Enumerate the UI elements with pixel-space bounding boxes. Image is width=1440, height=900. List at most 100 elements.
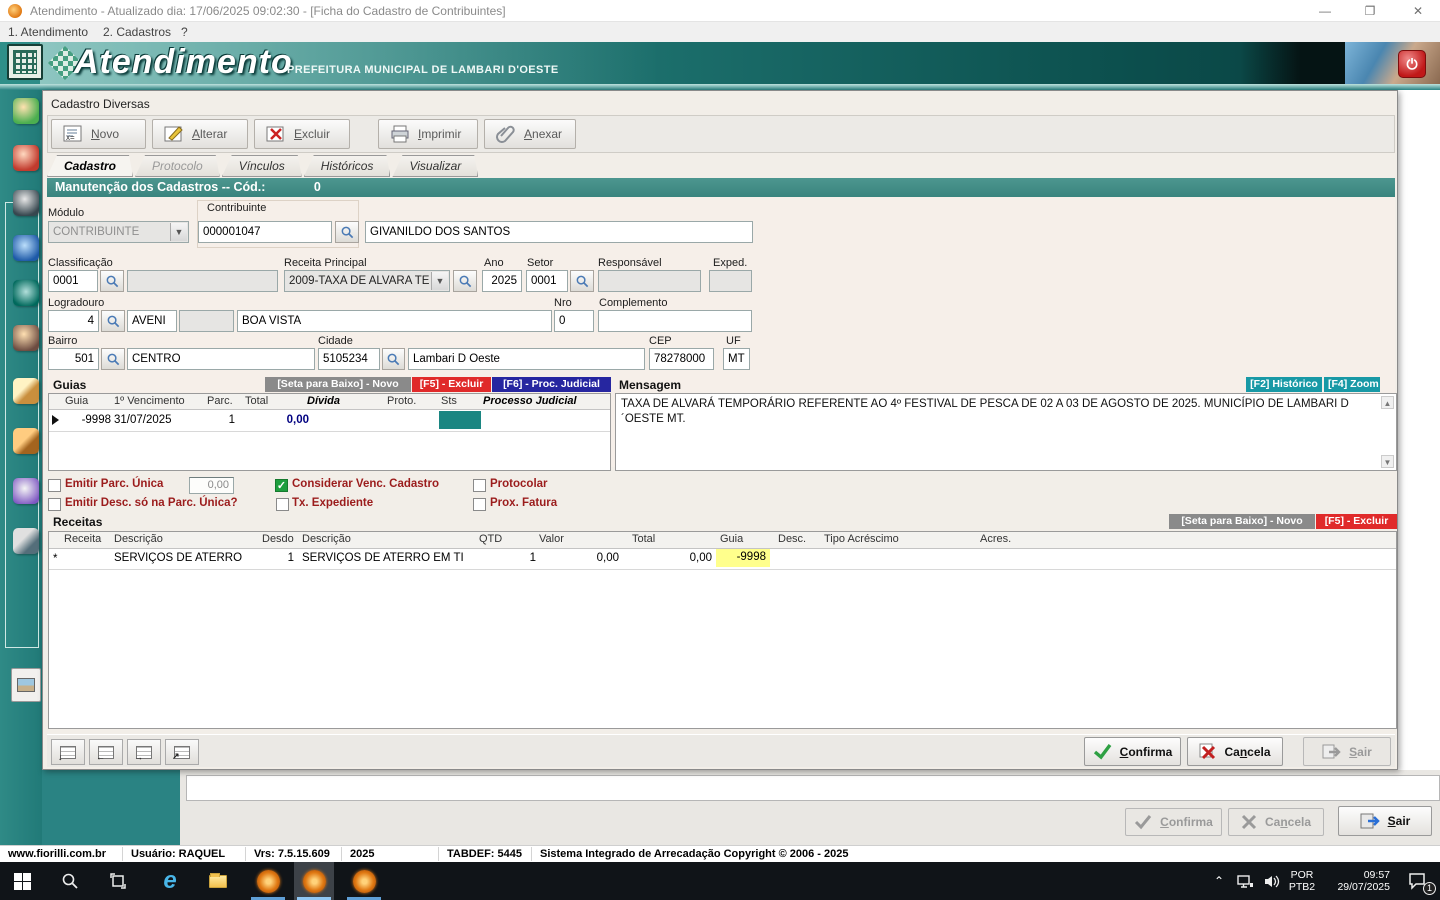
menu-atendimento[interactable]: 1. Atendimento xyxy=(8,25,88,39)
novo-button[interactable]: x= Novo xyxy=(51,119,146,149)
sidebar-calculator-icon[interactable] xyxy=(13,528,39,554)
sidebar-box-icon[interactable] xyxy=(13,428,39,454)
menu-help[interactable]: ? xyxy=(181,25,188,39)
start-button[interactable] xyxy=(0,862,44,900)
close-button[interactable]: ✕ xyxy=(1398,0,1438,22)
speaker-icon xyxy=(1263,874,1280,889)
cidade-search-button[interactable] xyxy=(382,348,405,370)
logradouro-tipo-input[interactable]: AVENI xyxy=(127,310,177,332)
considerar-venc-label: Considerar Venc. Cadastro xyxy=(292,478,439,490)
logradouro-search-button[interactable] xyxy=(101,310,125,332)
tx-expediente-checkbox[interactable] xyxy=(276,498,289,511)
classificacao-code-input[interactable]: 0001 xyxy=(48,270,98,292)
language-indicator[interactable]: POR PTB2 xyxy=(1284,862,1320,900)
bairro-search-button[interactable] xyxy=(101,348,125,370)
guias-cell-total: 0,00 xyxy=(254,414,309,426)
emitir-desc-checkbox[interactable] xyxy=(48,498,61,511)
sidebar-globe-person-icon[interactable] xyxy=(13,235,39,261)
cidade-nome-input[interactable]: Lambari D Oeste xyxy=(408,348,645,370)
setor-input[interactable]: 0001 xyxy=(526,270,568,292)
parc-unica-value-field[interactable]: 0,00 xyxy=(189,477,234,494)
scroll-up-icon[interactable]: ▲ xyxy=(1381,396,1394,409)
fiorilli-app1-button[interactable] xyxy=(246,862,290,900)
network-tray-button[interactable] xyxy=(1231,862,1259,900)
guias-col-guia: Guia xyxy=(65,395,88,407)
sidebar-people-icon[interactable] xyxy=(13,325,39,351)
tab-vinculos[interactable]: Vínculos xyxy=(222,155,302,177)
receita-principal-dropdown-icon[interactable]: ▼ xyxy=(431,272,448,290)
logradouro-nome-input[interactable]: BOA VISTA xyxy=(237,310,552,332)
protocolar-checkbox[interactable] xyxy=(473,479,486,492)
guias-col-divida: Dívida xyxy=(307,395,340,407)
receitas-col-qtd: QTD xyxy=(479,533,502,545)
task-view-button[interactable] xyxy=(96,862,140,900)
classificacao-label: Classificação xyxy=(48,257,113,269)
contribuinte-search-button[interactable] xyxy=(335,221,359,243)
file-explorer-button[interactable] xyxy=(196,862,240,900)
prox-fatura-checkbox[interactable] xyxy=(473,498,486,511)
sidebar-group-icon[interactable] xyxy=(13,478,39,504)
setor-search-button[interactable] xyxy=(570,270,594,292)
contribuinte-code-input[interactable]: 000001047 xyxy=(198,221,332,243)
modulo-dropdown-icon[interactable]: ▼ xyxy=(170,223,187,241)
menu-cadastros[interactable]: 2. Cadastros xyxy=(103,25,171,39)
tab-historicos[interactable]: Históricos xyxy=(304,155,391,177)
sidebar-person-dark-icon[interactable] xyxy=(13,190,39,216)
classificacao-search-button[interactable] xyxy=(100,270,124,292)
exit-icon xyxy=(1322,744,1341,760)
sair-button[interactable]: Sair xyxy=(1303,737,1391,766)
scroll-down-icon[interactable]: ▼ xyxy=(1381,455,1394,468)
logradouro-code-input[interactable]: 4 xyxy=(48,310,99,332)
parent-confirma-button[interactable]: Confirma xyxy=(1125,808,1222,836)
nav-first-button[interactable]: ↓ xyxy=(51,739,85,765)
internet-explorer-button[interactable]: e xyxy=(148,862,192,900)
anexar-button[interactable]: Anexar xyxy=(484,119,576,149)
imprimir-button[interactable]: Imprimir xyxy=(378,119,478,149)
volume-tray-button[interactable] xyxy=(1257,862,1285,900)
emitir-desc-label: Emitir Desc. só na Parc. Única? xyxy=(65,497,238,509)
taskbar-search-button[interactable] xyxy=(48,862,92,900)
contribuinte-name-input[interactable]: GIVANILDO DOS SANTOS xyxy=(365,221,753,243)
uf-input[interactable]: MT xyxy=(723,348,750,370)
fiorilli-app2-button[interactable] xyxy=(292,862,336,900)
bairro-label: Bairro xyxy=(48,335,77,347)
sidebar-world-icon[interactable] xyxy=(13,280,39,306)
cidade-code-input[interactable]: 5105234 xyxy=(318,348,380,370)
ano-input[interactable]: 2025 xyxy=(482,270,522,292)
bairro-code-input[interactable]: 501 xyxy=(48,348,99,370)
confirma-button[interactable]: Confirma xyxy=(1084,737,1181,766)
receita-principal-search-button[interactable] xyxy=(453,270,477,292)
considerar-venc-checkbox[interactable]: ✓ xyxy=(275,479,288,492)
tab-visualizar[interactable]: Visualizar xyxy=(392,155,478,177)
clock[interactable]: 09:57 29/07/2025 xyxy=(1322,862,1394,900)
cancela-button[interactable]: Cancela xyxy=(1187,737,1283,766)
cep-input[interactable]: 78278000 xyxy=(649,348,714,370)
restore-button[interactable]: ❐ xyxy=(1350,0,1390,22)
tab-protocolo[interactable]: Protocolo xyxy=(135,155,220,177)
fiorilli-app3-button[interactable] xyxy=(342,862,386,900)
bairro-nome-input[interactable]: CENTRO xyxy=(127,348,315,370)
complemento-input[interactable] xyxy=(598,310,752,332)
modulo-select[interactable]: CONTRIBUINTE ▼ xyxy=(48,221,189,243)
mensagem-box[interactable]: TAXA DE ALVARÁ TEMPORÁRIO REFERENTE AO 4… xyxy=(615,393,1397,471)
sidebar-person-green-icon[interactable] xyxy=(13,98,39,124)
nav-last-button[interactable]: ↗ xyxy=(165,739,199,765)
sidebar-person-red-icon[interactable] xyxy=(13,145,39,171)
parent-sair-button[interactable]: Sair xyxy=(1338,806,1432,836)
nav-prev-button[interactable]: ← xyxy=(89,739,123,765)
sidebar-books-icon[interactable] xyxy=(13,378,39,404)
parent-cancela-button[interactable]: Cancela xyxy=(1228,808,1324,836)
receita-principal-select[interactable]: 2009-TAXA DE ALVARA TE ▼ xyxy=(284,270,450,292)
power-icon[interactable]: ⏻ xyxy=(1398,50,1426,78)
receitas-cell-guia: -9998 xyxy=(716,549,770,567)
tray-chevron-button[interactable]: ⌃ xyxy=(1205,862,1233,900)
emitir-parc-unica-checkbox[interactable] xyxy=(48,479,61,492)
nav-next-button[interactable]: → xyxy=(127,739,161,765)
excluir-button[interactable]: Excluir xyxy=(254,119,350,149)
sidebar-picture-button[interactable] xyxy=(11,668,41,702)
action-center-button[interactable]: 1 xyxy=(1396,862,1440,900)
nro-input[interactable]: 0 xyxy=(554,310,594,332)
minimize-button[interactable]: — xyxy=(1305,0,1345,22)
tab-cadastro[interactable]: Cadastro xyxy=(47,155,133,177)
alterar-button[interactable]: Alterar xyxy=(152,119,248,149)
